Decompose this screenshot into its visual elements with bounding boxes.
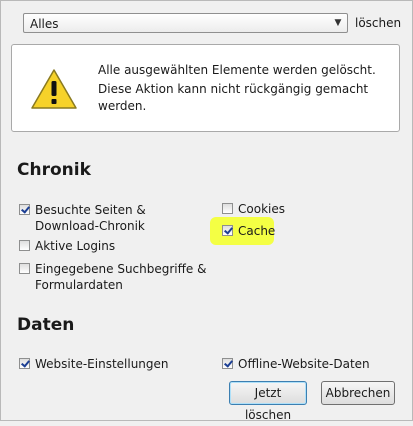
checkbox-aktive-logins[interactable]: Aktive Logins [19,238,115,254]
checkbox-label: Besuchte Seiten & Download-Chronik [35,203,146,233]
warning-triangle-icon [31,69,77,109]
checkbox-website-einstellungen[interactable]: Website-Einstellungen [19,356,169,372]
checkbox-besuchte-seiten[interactable]: Besuchte Seiten & Download-Chronik [19,202,209,234]
checkbox-box[interactable] [222,203,233,214]
checkbox-box[interactable] [19,204,30,215]
cancel-button[interactable]: Abbrechen [321,381,395,405]
checkbox-box[interactable] [19,263,30,274]
checkbox-box[interactable] [222,225,233,236]
checkbox-label: Eingegebene Suchbegriffe & Formulardaten [35,262,207,292]
checkbox-label: Website-Einstellungen [35,357,169,371]
time-range-value: Alles [30,17,59,31]
warning-line-1: Alle ausgewählten Elemente werden gelösc… [98,63,376,77]
checkbox-label: Offline-Website-Daten [238,357,370,371]
checkbox-cookies[interactable]: Cookies [222,201,285,217]
checkbox-box[interactable] [19,358,30,369]
chronik-heading: Chronik [17,160,91,180]
time-range-select[interactable]: Alles ▼ [23,13,348,33]
warning-line-2: Diese Aktion kann nicht rückgängig gemac… [98,82,369,113]
checkbox-label: Aktive Logins [35,239,116,253]
daten-heading: Daten [17,315,75,335]
range-label: löschen [355,16,402,30]
checkbox-box[interactable] [222,358,233,369]
checkbox-suchbegriffe[interactable]: Eingegebene Suchbegriffe & Formulardaten [19,261,209,293]
checkbox-box[interactable] [19,240,30,251]
clear-now-button[interactable]: Jetzt löschen [229,381,307,422]
warning-box: Alle ausgewählten Elemente werden gelösc… [11,44,400,132]
checkbox-label: Cookies [238,202,285,216]
checkbox-label: Cache [238,224,276,238]
checkbox-offline-daten[interactable]: Offline-Website-Daten [222,356,370,372]
checkbox-cache[interactable]: Cache [222,223,275,239]
dropdown-arrow-icon[interactable]: ▼ [333,17,343,29]
